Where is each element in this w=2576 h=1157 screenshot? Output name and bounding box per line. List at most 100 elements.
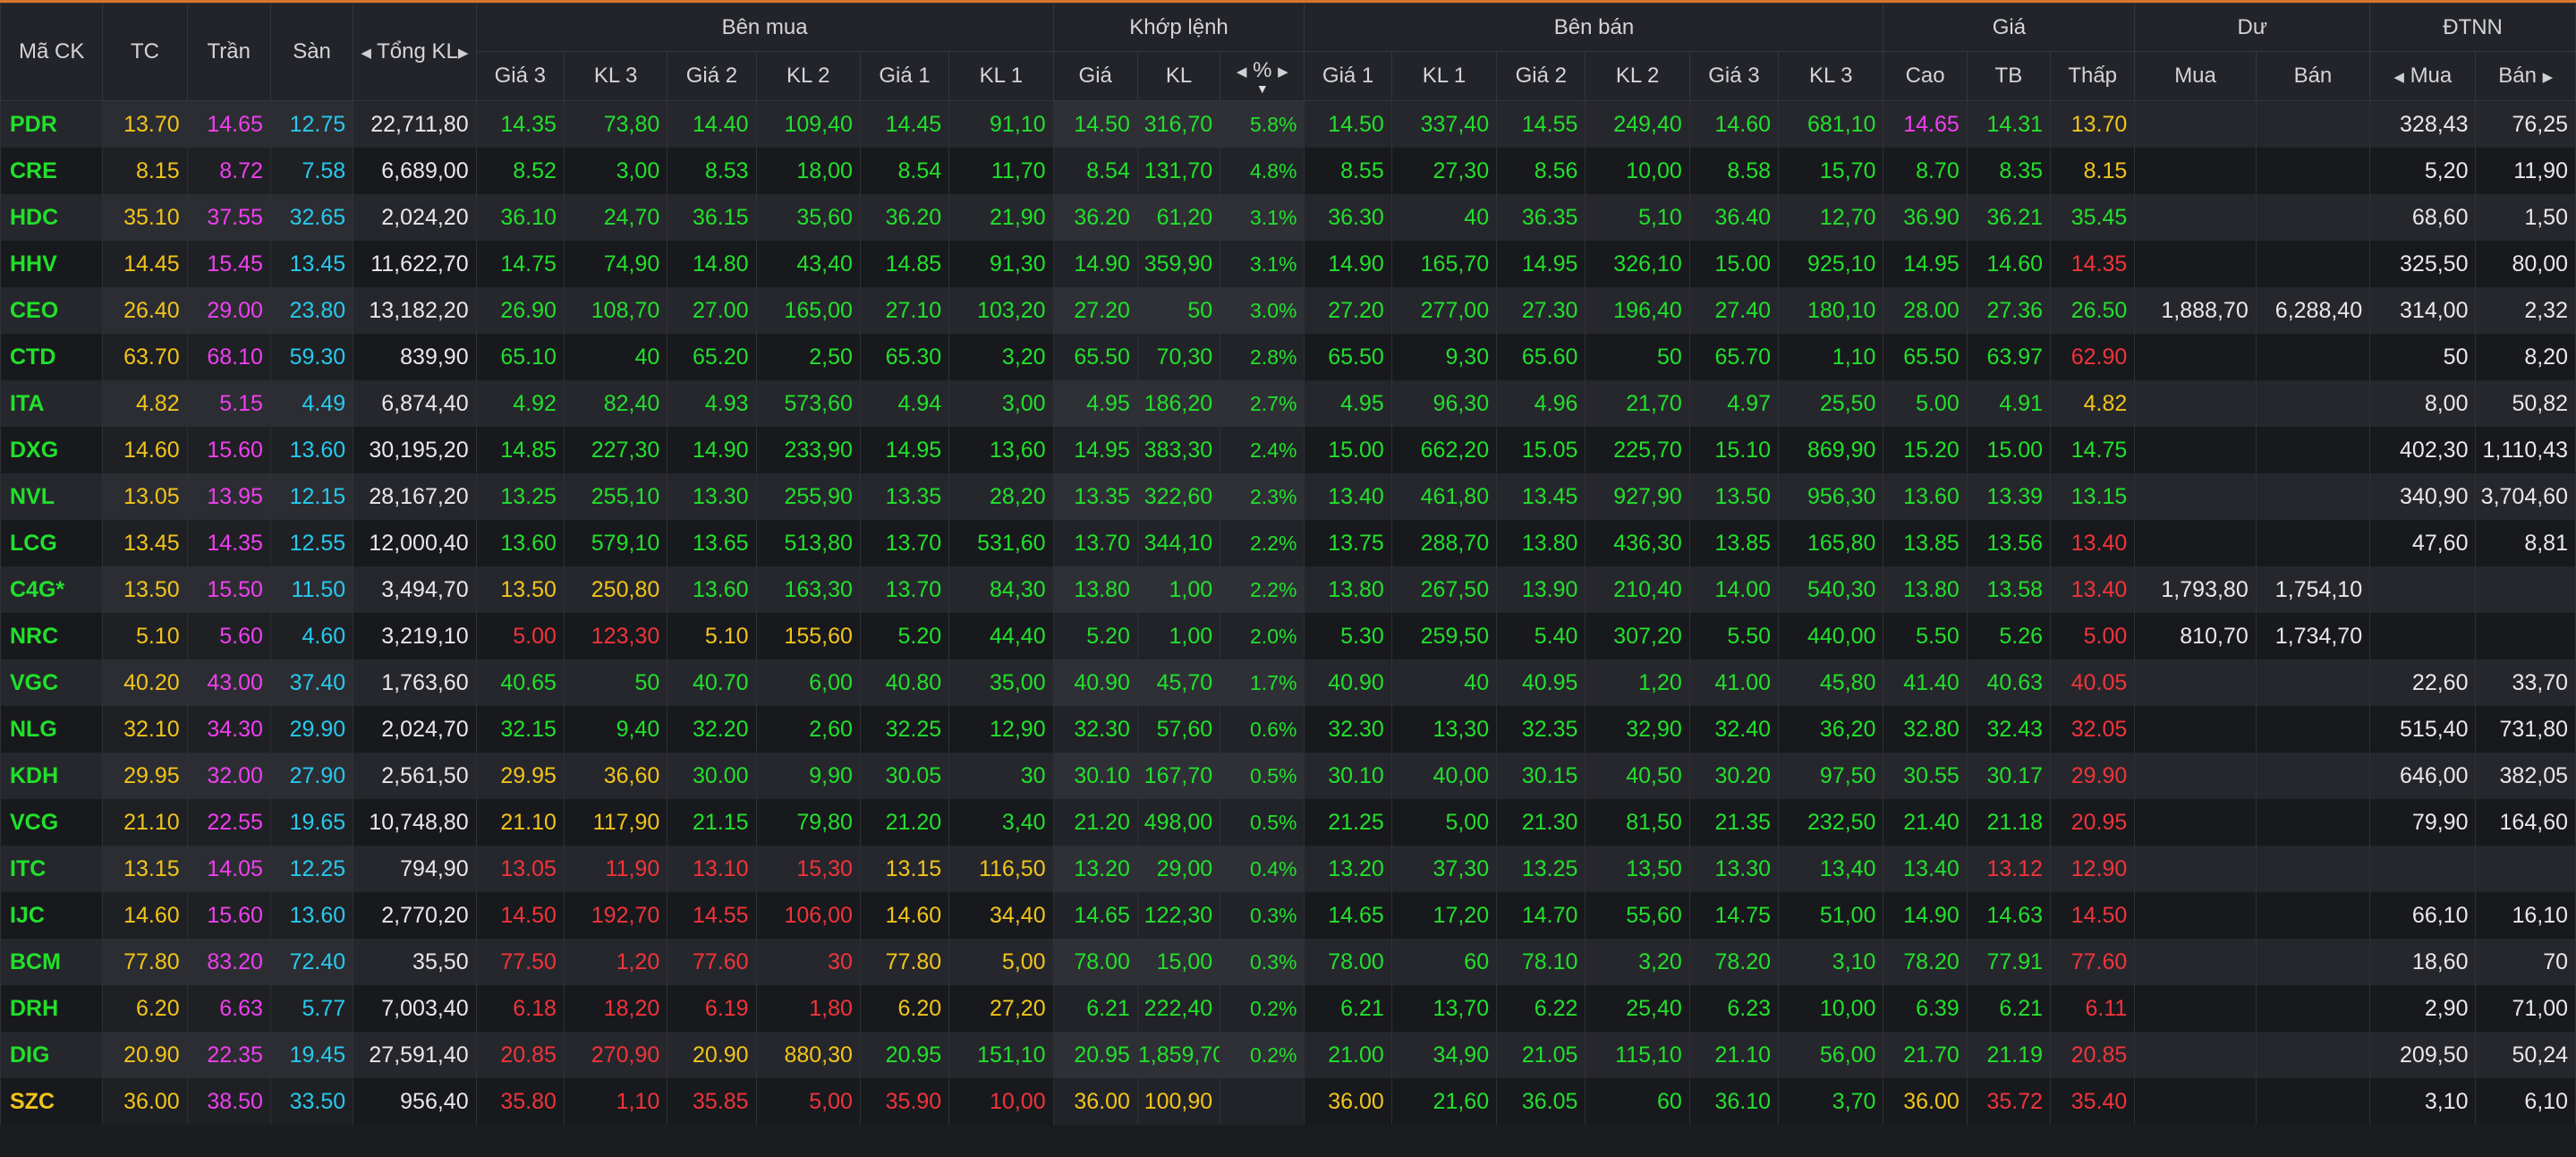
cell-symbol[interactable]: LCG: [0, 520, 104, 566]
table-row[interactable]: PDR 13.70 14.65 12.75 22,711,80 14.35 73,80 14.…: [0, 100, 2576, 148]
cell-ask-price-2: 21.05: [1496, 1032, 1586, 1078]
sort-desc-icon[interactable]: ▼: [1220, 82, 1304, 95]
table-row[interactable]: NVL 13.05 13.95 12.15 28,167,20 13.25 255,10 13…: [0, 473, 2576, 520]
header-foreign-buy[interactable]: ◀ Mua: [2369, 51, 2477, 101]
table-row[interactable]: VGC 40.20 43.00 37.40 1,763,60 40.65 50 40.70 6,…: [0, 659, 2576, 706]
header-ask-vol-3[interactable]: KL 3: [1778, 51, 1884, 101]
header-ask-price-1[interactable]: Giá 1: [1304, 51, 1392, 101]
table-row[interactable]: LCG 13.45 14.35 12.55 12,000,40 13.60 579,10 13…: [0, 520, 2576, 566]
caret-left-icon[interactable]: ◀: [361, 45, 371, 61]
cell-symbol[interactable]: VGC: [0, 659, 104, 706]
cell-symbol[interactable]: SZC: [0, 1078, 104, 1125]
header-ceiling[interactable]: Trần: [186, 3, 271, 101]
cell-symbol[interactable]: KDH: [0, 753, 104, 799]
cell-match-price: 6.21: [1052, 985, 1138, 1032]
cell-bid-price-1: 13.15: [859, 846, 950, 892]
header-ask-vol-1[interactable]: KL 1: [1390, 51, 1498, 101]
table-row[interactable]: VCG 21.10 22.55 19.65 10,748,80 21.10 117,90 21…: [0, 799, 2576, 846]
table-row[interactable]: CRE 8.15 8.72 7.58 6,689,00 8.52 3,00 8.53 18,00…: [0, 148, 2576, 194]
table-row[interactable]: NLG 32.10 34.30 29.90 2,024,70 32.15 9,40 32.20…: [0, 706, 2576, 753]
cell-avg: 5.26: [1966, 613, 2052, 659]
header-floor[interactable]: Sàn: [269, 3, 354, 101]
table-row[interactable]: CEO 26.40 29.00 23.80 13,182,20 26.90 108,70 27…: [0, 287, 2576, 334]
cell-ask-vol-1: 461,80: [1390, 473, 1498, 520]
cell-ceil: 15.45: [186, 241, 271, 287]
table-row[interactable]: HDC 35.10 37.55 32.65 2,024,20 36.10 24,70 36.1…: [0, 194, 2576, 241]
cell-bid-vol-3: 270,90: [563, 1032, 668, 1078]
cell-ceil: 68.10: [186, 334, 271, 380]
cell-symbol[interactable]: CRE: [0, 148, 104, 194]
cell-symbol[interactable]: BCM: [0, 939, 104, 985]
table-row[interactable]: IJC 14.60 15.60 13.60 2,770,20 14.50 192,70 14.…: [0, 892, 2576, 939]
header-average[interactable]: TB: [1966, 51, 2052, 101]
header-bid-price-1[interactable]: Giá 1: [859, 51, 950, 101]
header-match-volume[interactable]: KL: [1136, 51, 1221, 101]
table-row[interactable]: BCM 77.80 83.20 72.40 35,50 77.50 1,20 77.60 30 7…: [0, 939, 2576, 985]
cell-symbol[interactable]: DXG: [0, 427, 104, 473]
cell-foreign-sell: 71,00: [2475, 985, 2576, 1032]
caret-left-icon[interactable]: ◀: [2393, 69, 2404, 85]
table-row[interactable]: HHV 14.45 15.45 13.45 11,622,70 14.75 74,90 14.…: [0, 241, 2576, 287]
table-row[interactable]: CTD 63.70 68.10 59.30 839,90 65.10 40 65.20 2,50…: [0, 334, 2576, 380]
cell-symbol[interactable]: IJC: [0, 892, 104, 939]
header-low[interactable]: Thấp: [2050, 51, 2136, 101]
caret-right-icon[interactable]: ▶: [1278, 64, 1288, 80]
cell-symbol[interactable]: DIG: [0, 1032, 104, 1078]
header-bid-price-2[interactable]: Giá 2: [667, 51, 757, 101]
table-row[interactable]: KDH 29.95 32.00 27.90 2,561,50 29.95 36,60 30.0…: [0, 753, 2576, 799]
table-row[interactable]: ITC 13.15 14.05 12.25 794,90 13.05 11,90 13.10 1…: [0, 846, 2576, 892]
cell-symbol[interactable]: CEO: [0, 287, 104, 334]
header-ask-price-2[interactable]: Giá 2: [1496, 51, 1586, 101]
cell-symbol[interactable]: NVL: [0, 473, 104, 520]
cell-floor: 5.77: [269, 985, 354, 1032]
table-row[interactable]: DIG 20.90 22.35 19.45 27,591,40 20.85 270,90 20…: [0, 1032, 2576, 1078]
header-ask-vol-2[interactable]: KL 2: [1585, 51, 1690, 101]
cell-symbol[interactable]: CTD: [0, 334, 104, 380]
header-remain-buy[interactable]: Mua: [2134, 51, 2257, 101]
table-row[interactable]: DXG 14.60 15.60 13.60 30,195,20 14.85 227,30 14…: [0, 427, 2576, 473]
header-total-volume[interactable]: ◀ Tổng KL▶: [353, 3, 477, 101]
cell-symbol[interactable]: HDC: [0, 194, 104, 241]
header-bid-price-3[interactable]: Giá 3: [475, 51, 565, 101]
cell-ask-price-2: 15.05: [1496, 427, 1586, 473]
header-high[interactable]: Cao: [1883, 51, 1968, 101]
cell-symbol[interactable]: C4G*: [0, 566, 104, 613]
cell-symbol[interactable]: PDR: [0, 100, 104, 148]
header-bid-vol-3[interactable]: KL 3: [563, 51, 668, 101]
cell-symbol[interactable]: DRH: [0, 985, 104, 1032]
table-row[interactable]: ITA 4.82 5.15 4.49 6,874,40 4.92 82,40 4.93 573,…: [0, 380, 2576, 427]
cell-symbol[interactable]: NRC: [0, 613, 104, 659]
cell-avg: 15.00: [1966, 427, 2052, 473]
table-row[interactable]: DRH 6.20 6.63 5.77 7,003,40 6.18 18,20 6.19 1,80…: [0, 985, 2576, 1032]
cell-ref: 14.45: [102, 241, 188, 287]
caret-right-icon[interactable]: ▶: [458, 45, 469, 61]
table-row[interactable]: SZC 36.00 38.50 33.50 956,40 35.80 1,10 35.85 5,…: [0, 1078, 2576, 1125]
cell-symbol[interactable]: HHV: [0, 241, 104, 287]
header-ask-price-3[interactable]: Giá 3: [1688, 51, 1780, 101]
header-foreign-sell[interactable]: Bán ▶: [2475, 51, 2576, 101]
caret-left-icon[interactable]: ◀: [1237, 64, 1247, 80]
cell-bid-vol-1: 103,20: [948, 287, 1054, 334]
table-row[interactable]: NRC 5.10 5.60 4.60 3,219,10 5.00 123,30 5.10 155…: [0, 613, 2576, 659]
header-bid-vol-1[interactable]: KL 1: [948, 51, 1054, 101]
header-symbol[interactable]: Mã CK: [0, 3, 104, 101]
cell-symbol[interactable]: ITC: [0, 846, 104, 892]
cell-match-pct: [1220, 1078, 1305, 1125]
header-percent-label: %: [1253, 58, 1272, 82]
header-remain-sell[interactable]: Bán: [2255, 51, 2371, 101]
cell-high: 14.95: [1883, 241, 1968, 287]
cell-symbol[interactable]: ITA: [0, 380, 104, 427]
header-match-percent[interactable]: ◀ % ▶ ▼: [1220, 51, 1305, 101]
cell-remain-sell: [2255, 799, 2371, 846]
caret-right-icon[interactable]: ▶: [2543, 69, 2554, 85]
table-row[interactable]: C4G* 13.50 15.50 11.50 3,494,70 13.50 250,80 13…: [0, 566, 2576, 613]
cell-symbol[interactable]: NLG: [0, 706, 104, 753]
cell-symbol[interactable]: VCG: [0, 799, 104, 846]
header-reference[interactable]: TC: [102, 3, 188, 101]
cell-bid-price-3: 14.35: [475, 100, 565, 148]
header-bid-vol-2[interactable]: KL 2: [755, 51, 861, 101]
header-match-price[interactable]: Giá: [1052, 51, 1138, 101]
cell-bid-price-2: 14.55: [667, 892, 757, 939]
cell-ceil: 13.95: [186, 473, 271, 520]
cell-foreign-sell: 8,20: [2475, 334, 2576, 380]
